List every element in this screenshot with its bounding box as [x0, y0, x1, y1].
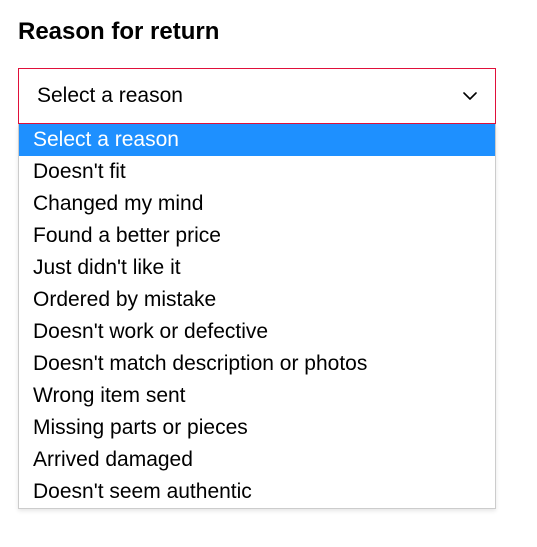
page-title: Reason for return [18, 18, 519, 46]
reason-option[interactable]: Found a better price [19, 220, 495, 252]
reason-option[interactable]: Missing parts or pieces [19, 412, 495, 444]
reason-select-value: Select a reason [37, 84, 183, 108]
reason-option[interactable]: Doesn't work or defective [19, 316, 495, 348]
reason-option[interactable]: Doesn't seem authentic [19, 476, 495, 508]
reason-option[interactable]: Doesn't fit [19, 156, 495, 188]
reason-option[interactable]: Just didn't like it [19, 252, 495, 284]
reason-option[interactable]: Select a reason [19, 124, 495, 156]
reason-select-wrapper: Select a reason Select a reasonDoesn't f… [18, 68, 496, 124]
chevron-down-icon [463, 92, 477, 100]
reason-select[interactable]: Select a reason [18, 68, 496, 124]
reason-dropdown-list: Select a reasonDoesn't fitChanged my min… [18, 124, 496, 509]
reason-option[interactable]: Ordered by mistake [19, 284, 495, 316]
reason-option[interactable]: Arrived damaged [19, 444, 495, 476]
reason-option[interactable]: Doesn't match description or photos [19, 348, 495, 380]
reason-option[interactable]: Wrong item sent [19, 380, 495, 412]
reason-option[interactable]: Changed my mind [19, 188, 495, 220]
